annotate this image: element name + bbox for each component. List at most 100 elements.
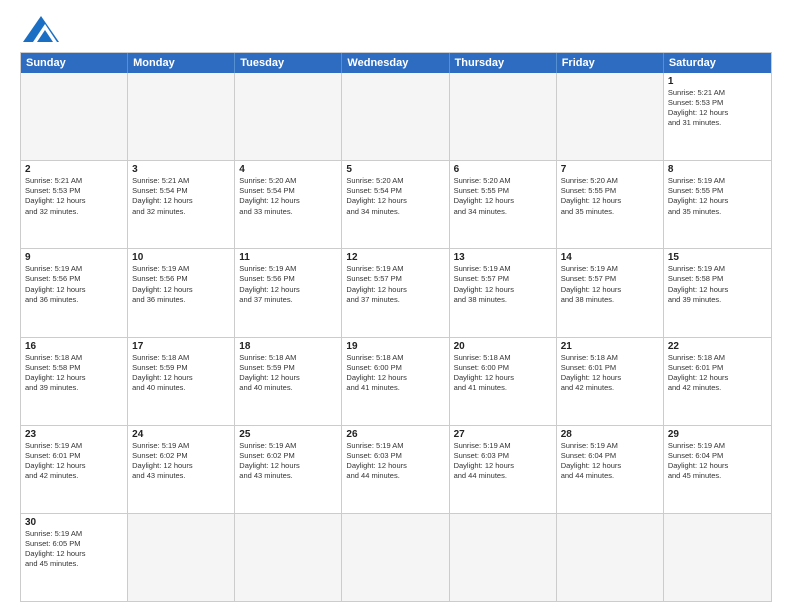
day-number: 9 [25, 252, 123, 263]
logo-icon [23, 14, 59, 44]
cell-info: Sunrise: 5:19 AM Sunset: 5:57 PM Dayligh… [346, 264, 444, 305]
cell-info: Sunrise: 5:19 AM Sunset: 5:56 PM Dayligh… [239, 264, 337, 305]
calendar-day-empty [450, 73, 557, 160]
page: SundayMondayTuesdayWednesdayThursdayFrid… [0, 0, 792, 612]
day-number: 28 [561, 429, 659, 440]
day-number: 19 [346, 341, 444, 352]
cell-info: Sunrise: 5:18 AM Sunset: 6:00 PM Dayligh… [454, 353, 552, 394]
cell-info: Sunrise: 5:18 AM Sunset: 5:59 PM Dayligh… [132, 353, 230, 394]
calendar: SundayMondayTuesdayWednesdayThursdayFrid… [20, 52, 772, 602]
calendar-day-30: 30Sunrise: 5:19 AM Sunset: 6:05 PM Dayli… [21, 514, 128, 601]
logo [20, 18, 59, 44]
day-header-wednesday: Wednesday [342, 53, 449, 73]
day-header-monday: Monday [128, 53, 235, 73]
day-header-saturday: Saturday [664, 53, 771, 73]
calendar-day-empty [557, 514, 664, 601]
cell-info: Sunrise: 5:18 AM Sunset: 5:59 PM Dayligh… [239, 353, 337, 394]
calendar-body: 1Sunrise: 5:21 AM Sunset: 5:53 PM Daylig… [21, 73, 771, 601]
calendar-day-1: 1Sunrise: 5:21 AM Sunset: 5:53 PM Daylig… [664, 73, 771, 160]
day-headers: SundayMondayTuesdayWednesdayThursdayFrid… [21, 53, 771, 73]
day-number: 29 [668, 429, 767, 440]
calendar-day-26: 26Sunrise: 5:19 AM Sunset: 6:03 PM Dayli… [342, 426, 449, 513]
calendar-day-empty [128, 514, 235, 601]
calendar-row: 16Sunrise: 5:18 AM Sunset: 5:58 PM Dayli… [21, 338, 771, 426]
calendar-day-13: 13Sunrise: 5:19 AM Sunset: 5:57 PM Dayli… [450, 249, 557, 336]
day-number: 14 [561, 252, 659, 263]
day-number: 4 [239, 164, 337, 175]
calendar-day-15: 15Sunrise: 5:19 AM Sunset: 5:58 PM Dayli… [664, 249, 771, 336]
calendar-row: 9Sunrise: 5:19 AM Sunset: 5:56 PM Daylig… [21, 249, 771, 337]
day-number: 23 [25, 429, 123, 440]
calendar-day-empty [450, 514, 557, 601]
day-number: 24 [132, 429, 230, 440]
day-number: 27 [454, 429, 552, 440]
cell-info: Sunrise: 5:19 AM Sunset: 5:55 PM Dayligh… [668, 176, 767, 217]
cell-info: Sunrise: 5:18 AM Sunset: 6:01 PM Dayligh… [561, 353, 659, 394]
calendar-day-22: 22Sunrise: 5:18 AM Sunset: 6:01 PM Dayli… [664, 338, 771, 425]
calendar-row: 30Sunrise: 5:19 AM Sunset: 6:05 PM Dayli… [21, 514, 771, 601]
day-number: 18 [239, 341, 337, 352]
day-number: 8 [668, 164, 767, 175]
cell-info: Sunrise: 5:18 AM Sunset: 5:58 PM Dayligh… [25, 353, 123, 394]
cell-info: Sunrise: 5:21 AM Sunset: 5:54 PM Dayligh… [132, 176, 230, 217]
calendar-day-5: 5Sunrise: 5:20 AM Sunset: 5:54 PM Daylig… [342, 161, 449, 248]
calendar-day-empty [128, 73, 235, 160]
cell-info: Sunrise: 5:19 AM Sunset: 5:56 PM Dayligh… [132, 264, 230, 305]
day-number: 2 [25, 164, 123, 175]
calendar-day-23: 23Sunrise: 5:19 AM Sunset: 6:01 PM Dayli… [21, 426, 128, 513]
cell-info: Sunrise: 5:19 AM Sunset: 5:57 PM Dayligh… [454, 264, 552, 305]
day-number: 15 [668, 252, 767, 263]
calendar-day-29: 29Sunrise: 5:19 AM Sunset: 6:04 PM Dayli… [664, 426, 771, 513]
calendar-day-24: 24Sunrise: 5:19 AM Sunset: 6:02 PM Dayli… [128, 426, 235, 513]
day-number: 20 [454, 341, 552, 352]
calendar-day-25: 25Sunrise: 5:19 AM Sunset: 6:02 PM Dayli… [235, 426, 342, 513]
cell-info: Sunrise: 5:19 AM Sunset: 6:04 PM Dayligh… [561, 441, 659, 482]
day-number: 21 [561, 341, 659, 352]
calendar-day-27: 27Sunrise: 5:19 AM Sunset: 6:03 PM Dayli… [450, 426, 557, 513]
day-number: 7 [561, 164, 659, 175]
day-number: 13 [454, 252, 552, 263]
calendar-day-20: 20Sunrise: 5:18 AM Sunset: 6:00 PM Dayli… [450, 338, 557, 425]
header [20, 18, 772, 44]
calendar-day-19: 19Sunrise: 5:18 AM Sunset: 6:00 PM Dayli… [342, 338, 449, 425]
cell-info: Sunrise: 5:19 AM Sunset: 5:56 PM Dayligh… [25, 264, 123, 305]
calendar-day-empty [235, 514, 342, 601]
cell-info: Sunrise: 5:20 AM Sunset: 5:54 PM Dayligh… [239, 176, 337, 217]
cell-info: Sunrise: 5:19 AM Sunset: 6:01 PM Dayligh… [25, 441, 123, 482]
cell-info: Sunrise: 5:18 AM Sunset: 6:00 PM Dayligh… [346, 353, 444, 394]
calendar-day-empty [557, 73, 664, 160]
day-header-friday: Friday [557, 53, 664, 73]
day-number: 30 [25, 517, 123, 528]
calendar-day-6: 6Sunrise: 5:20 AM Sunset: 5:55 PM Daylig… [450, 161, 557, 248]
calendar-day-7: 7Sunrise: 5:20 AM Sunset: 5:55 PM Daylig… [557, 161, 664, 248]
calendar-day-empty [342, 73, 449, 160]
day-number: 16 [25, 341, 123, 352]
calendar-day-10: 10Sunrise: 5:19 AM Sunset: 5:56 PM Dayli… [128, 249, 235, 336]
cell-info: Sunrise: 5:21 AM Sunset: 5:53 PM Dayligh… [668, 88, 767, 129]
calendar-day-4: 4Sunrise: 5:20 AM Sunset: 5:54 PM Daylig… [235, 161, 342, 248]
cell-info: Sunrise: 5:20 AM Sunset: 5:55 PM Dayligh… [561, 176, 659, 217]
day-number: 10 [132, 252, 230, 263]
calendar-row: 2Sunrise: 5:21 AM Sunset: 5:53 PM Daylig… [21, 161, 771, 249]
calendar-day-11: 11Sunrise: 5:19 AM Sunset: 5:56 PM Dayli… [235, 249, 342, 336]
calendar-day-17: 17Sunrise: 5:18 AM Sunset: 5:59 PM Dayli… [128, 338, 235, 425]
calendar-day-2: 2Sunrise: 5:21 AM Sunset: 5:53 PM Daylig… [21, 161, 128, 248]
day-number: 5 [346, 164, 444, 175]
calendar-day-18: 18Sunrise: 5:18 AM Sunset: 5:59 PM Dayli… [235, 338, 342, 425]
cell-info: Sunrise: 5:19 AM Sunset: 6:03 PM Dayligh… [454, 441, 552, 482]
cell-info: Sunrise: 5:19 AM Sunset: 5:58 PM Dayligh… [668, 264, 767, 305]
calendar-day-21: 21Sunrise: 5:18 AM Sunset: 6:01 PM Dayli… [557, 338, 664, 425]
day-number: 26 [346, 429, 444, 440]
day-number: 11 [239, 252, 337, 263]
cell-info: Sunrise: 5:19 AM Sunset: 5:57 PM Dayligh… [561, 264, 659, 305]
day-header-sunday: Sunday [21, 53, 128, 73]
day-number: 12 [346, 252, 444, 263]
calendar-day-9: 9Sunrise: 5:19 AM Sunset: 5:56 PM Daylig… [21, 249, 128, 336]
day-header-thursday: Thursday [450, 53, 557, 73]
cell-info: Sunrise: 5:19 AM Sunset: 6:04 PM Dayligh… [668, 441, 767, 482]
calendar-day-16: 16Sunrise: 5:18 AM Sunset: 5:58 PM Dayli… [21, 338, 128, 425]
cell-info: Sunrise: 5:19 AM Sunset: 6:05 PM Dayligh… [25, 529, 123, 570]
calendar-day-empty [235, 73, 342, 160]
calendar-day-12: 12Sunrise: 5:19 AM Sunset: 5:57 PM Dayli… [342, 249, 449, 336]
day-number: 17 [132, 341, 230, 352]
